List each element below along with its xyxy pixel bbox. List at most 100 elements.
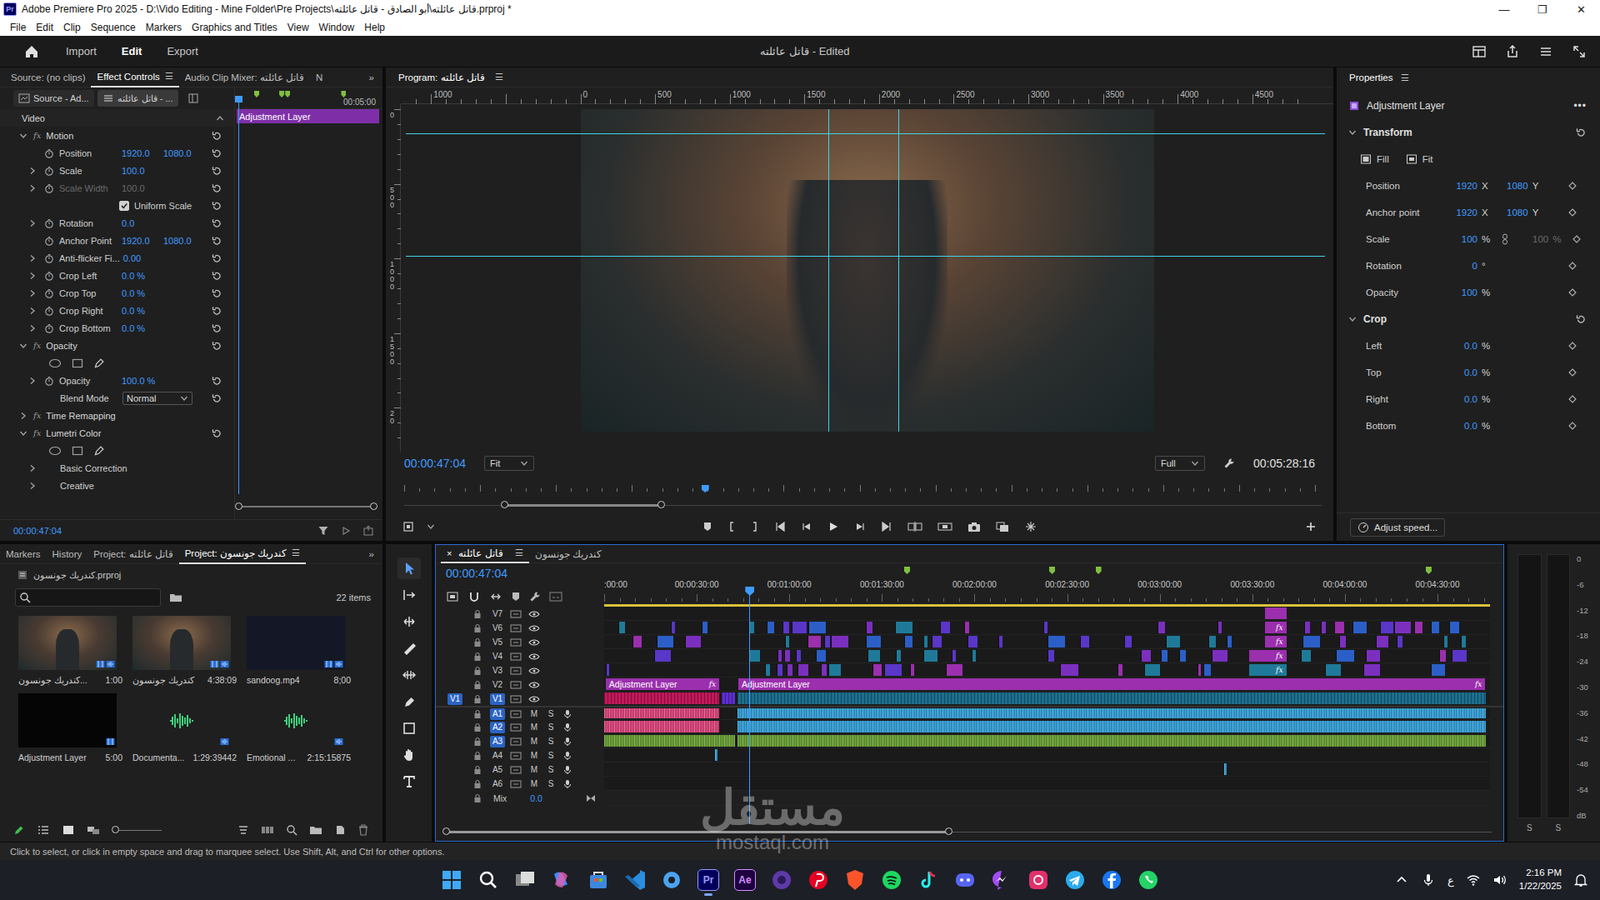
clip[interactable] <box>998 635 1002 648</box>
menu-item[interactable]: Help <box>359 21 390 34</box>
search-field[interactable] <box>15 588 161 607</box>
checkbox[interactable] <box>119 200 130 211</box>
clip[interactable] <box>604 720 720 733</box>
sync-lock-icon[interactable] <box>510 779 522 790</box>
clip[interactable] <box>715 749 718 761</box>
property-value[interactable]: 0.0 <box>1449 367 1478 378</box>
section-header[interactable]: Transform <box>1336 119 1600 146</box>
track-target[interactable]: A2 <box>490 721 505 734</box>
param-value[interactable]: 100.0 <box>121 165 164 176</box>
rectangle-mask-icon[interactable] <box>71 358 84 369</box>
solo-button[interactable]: S <box>545 709 557 719</box>
clip[interactable] <box>1211 650 1228 662</box>
find-icon[interactable] <box>285 824 298 836</box>
track-target[interactable]: A3 <box>490 735 505 748</box>
property-value[interactable]: 1080 <box>1500 207 1529 218</box>
add-button-icon[interactable] <box>1305 520 1317 533</box>
clip[interactable] <box>1396 635 1403 648</box>
lock-icon[interactable] <box>473 665 482 676</box>
sync-lock-icon[interactable] <box>510 637 522 648</box>
link-icon[interactable] <box>1501 233 1509 245</box>
eye-icon[interactable] <box>528 695 540 704</box>
timecode[interactable]: 00:00:47:04 <box>13 525 62 536</box>
fullscreen-icon[interactable] <box>1571 44 1587 60</box>
clip[interactable] <box>1449 621 1460 634</box>
fx-badge[interactable]: fx <box>33 340 41 350</box>
reset-icon[interactable] <box>210 253 223 264</box>
fx-badge[interactable]: fx <box>33 130 41 140</box>
clip[interactable] <box>1047 635 1065 648</box>
scroll-thumb[interactable] <box>446 830 949 834</box>
clip[interactable] <box>1160 650 1168 662</box>
track-target[interactable]: V6 <box>490 622 505 635</box>
automate-icon[interactable] <box>260 824 275 836</box>
stopwatch-icon[interactable] <box>44 305 55 316</box>
track-target[interactable]: V7 <box>490 608 505 620</box>
speaker-icon[interactable] <box>1492 872 1508 888</box>
reset-icon[interactable] <box>210 340 223 351</box>
taskbar-app[interactable] <box>878 863 905 897</box>
clip[interactable] <box>1140 650 1151 662</box>
track-target[interactable]: A5 <box>490 764 505 776</box>
source-dropdown[interactable]: Source - Ad... <box>13 90 95 107</box>
stopwatch-icon[interactable] <box>44 218 55 229</box>
fit-button[interactable]: Fit <box>1405 153 1434 165</box>
lock-icon[interactable] <box>473 779 482 790</box>
clip[interactable] <box>951 650 956 662</box>
taskbar-app[interactable] <box>1025 863 1052 897</box>
marker[interactable] <box>904 566 910 575</box>
clip[interactable] <box>1460 635 1465 648</box>
time-ruler[interactable] <box>404 474 1315 500</box>
marker[interactable] <box>340 90 346 98</box>
sync-lock-icon[interactable] <box>510 680 522 690</box>
clip[interactable] <box>940 621 950 634</box>
taskbar-app[interactable] <box>988 863 1015 897</box>
expand-icon[interactable] <box>1348 315 1357 324</box>
clip[interactable] <box>1302 635 1320 648</box>
blend-mode-dropdown[interactable]: Normal <box>122 391 193 405</box>
expand-icon[interactable] <box>28 184 37 193</box>
clip[interactable] <box>824 635 830 648</box>
taskbar-app[interactable] <box>1098 863 1125 897</box>
goout-icon[interactable] <box>880 520 893 533</box>
solo-button[interactable]: S <box>545 750 557 760</box>
lock-icon[interactable] <box>473 722 482 733</box>
project-item[interactable]: Adjustment Layer5:00 <box>18 693 123 763</box>
sync-lock-icon[interactable] <box>510 722 522 733</box>
clip[interactable] <box>1124 635 1132 648</box>
reset-icon[interactable] <box>210 218 223 229</box>
stepf-icon[interactable] <box>854 520 866 533</box>
menu-icon[interactable] <box>1538 44 1554 60</box>
quality-dropdown[interactable]: Full <box>1155 455 1205 471</box>
clip[interactable] <box>737 735 1486 747</box>
reset-icon[interactable] <box>210 428 223 439</box>
wifi-icon[interactable] <box>1465 872 1481 888</box>
sequence-tab[interactable]: ×قاتل عائلته☰ <box>440 545 530 564</box>
fx-badge[interactable]: fx <box>33 428 41 438</box>
clip[interactable] <box>964 621 970 634</box>
clip[interactable] <box>1208 635 1217 648</box>
panel-tab[interactable]: Program: قاتل عائلته☰ <box>392 67 510 88</box>
clip[interactable] <box>604 708 720 719</box>
clip[interactable] <box>605 664 610 676</box>
clip[interactable] <box>1443 635 1448 648</box>
eye-icon[interactable] <box>528 680 540 690</box>
mute-button[interactable]: M <box>528 765 540 775</box>
playhead[interactable] <box>238 99 240 495</box>
clip[interactable] <box>721 692 735 705</box>
clip[interactable] <box>632 635 642 648</box>
expand-icon[interactable] <box>28 324 37 333</box>
snap-icon[interactable] <box>467 590 481 604</box>
input-language[interactable]: ع <box>1447 874 1455 887</box>
go-to-end-icon[interactable] <box>585 794 596 803</box>
reset-icon[interactable] <box>210 235 223 246</box>
clip[interactable] <box>1325 664 1341 676</box>
sync-lock-icon[interactable] <box>510 709 522 720</box>
clip[interactable] <box>1203 664 1211 676</box>
microphone-icon[interactable] <box>1420 872 1436 888</box>
clip[interactable] <box>923 635 928 648</box>
keyframe-icon[interactable] <box>1568 208 1577 217</box>
clip[interactable] <box>618 621 625 634</box>
menu-item[interactable]: Sequence <box>85 21 141 34</box>
section-header[interactable]: Crop <box>1336 305 1600 333</box>
